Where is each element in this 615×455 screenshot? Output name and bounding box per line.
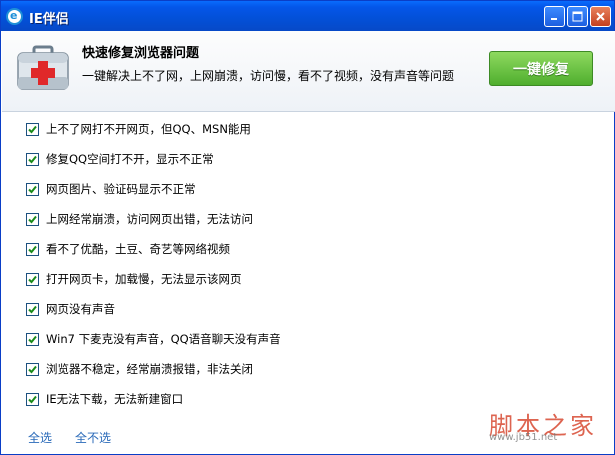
checkmark-icon [28, 125, 37, 133]
header-description: 一键解决上不了网，上网崩溃，访问慢，看不了视频，没有声音等问题 [82, 69, 455, 83]
item-label: 浏览器不稳定，经常崩溃报错，非法关闭 [46, 362, 253, 376]
item-label: 打开网页卡，加载慢，无法显示该网页 [46, 272, 242, 286]
list-item[interactable]: 修复QQ空间打不开，显示不正常 [26, 150, 214, 168]
checkmark-icon [28, 185, 37, 193]
checkbox[interactable] [26, 182, 39, 196]
checkmark-icon [28, 395, 37, 403]
select-none-link[interactable]: 全不选 [75, 429, 111, 446]
minimize-icon [551, 18, 557, 20]
item-label: Win7 下麦克没有声音，QQ语音聊天没有声音 [46, 332, 281, 346]
header-panel: 快速修复浏览器问题 一键解决上不了网，上网崩溃，访问慢，看不了视频，没有声音等问… [2, 31, 615, 112]
checkmark-icon [28, 305, 37, 313]
maximize-icon [572, 11, 583, 22]
checkbox[interactable] [26, 362, 39, 376]
list-item[interactable]: 上不了网打不开网页，但QQ、MSN能用 [26, 120, 251, 138]
checkmark-icon [28, 335, 37, 343]
checkbox[interactable] [26, 212, 39, 226]
item-label: 网页图片、验证码显示不正常 [46, 182, 196, 196]
item-label: 修复QQ空间打不开，显示不正常 [46, 152, 214, 166]
medical-kit-icon [17, 45, 69, 90]
item-label: 网页没有声音 [46, 302, 115, 316]
list-item[interactable]: 网页没有声音 [26, 300, 115, 318]
window-title: IE伴侣 [29, 12, 69, 27]
checkbox[interactable] [26, 242, 39, 256]
app-window: e IE伴侣 快速修复浏览器问题 一键解决上不了网，上网崩溃，访问慢，看不了视频… [0, 0, 615, 455]
one-click-fix-button[interactable]: 一键修复 [489, 51, 593, 86]
checkbox[interactable] [26, 152, 39, 166]
list-item[interactable]: Win7 下麦克没有声音，QQ语音聊天没有声音 [26, 330, 281, 348]
item-label: 上网经常崩溃，访问网页出错，无法访问 [46, 212, 253, 226]
list-item[interactable]: 看不了优酷，土豆、奇艺等网络视频 [26, 240, 230, 258]
title-bar[interactable]: e IE伴侣 [1, 1, 614, 31]
ie-logo-icon: e [6, 8, 23, 25]
list-item[interactable]: 网页图片、验证码显示不正常 [26, 180, 196, 198]
minimize-button[interactable] [544, 6, 565, 27]
checkmark-icon [28, 155, 37, 163]
list-item[interactable]: 上网经常崩溃，访问网页出错，无法访问 [26, 210, 253, 228]
close-icon [596, 12, 605, 21]
close-button[interactable] [590, 6, 611, 27]
list-item[interactable]: 浏览器不稳定，经常崩溃报错，非法关闭 [26, 360, 253, 378]
maximize-button[interactable] [567, 6, 588, 27]
list-item[interactable]: 打开网页卡，加载慢，无法显示该网页 [26, 270, 242, 288]
checkmark-icon [28, 365, 37, 373]
checkbox[interactable] [26, 302, 39, 316]
checkbox[interactable] [26, 272, 39, 286]
checkmark-icon [28, 245, 37, 253]
item-label: 看不了优酷，土豆、奇艺等网络视频 [46, 242, 230, 256]
item-label: IE无法下载，无法新建窗口 [46, 392, 184, 406]
checkbox[interactable] [26, 122, 39, 136]
select-all-link[interactable]: 全选 [28, 429, 52, 446]
item-label: 上不了网打不开网页，但QQ、MSN能用 [46, 122, 251, 136]
watermark: 脚本之家 www.jb51.net [489, 406, 609, 451]
watermark-url: www.jb51.net [489, 432, 558, 443]
checkbox[interactable] [26, 332, 39, 346]
checkbox[interactable] [26, 392, 39, 406]
checkmark-icon [28, 275, 37, 283]
list-item[interactable]: IE无法下载，无法新建窗口 [26, 390, 183, 408]
checkmark-icon [28, 215, 37, 223]
header-title: 快速修复浏览器问题 [82, 46, 200, 61]
